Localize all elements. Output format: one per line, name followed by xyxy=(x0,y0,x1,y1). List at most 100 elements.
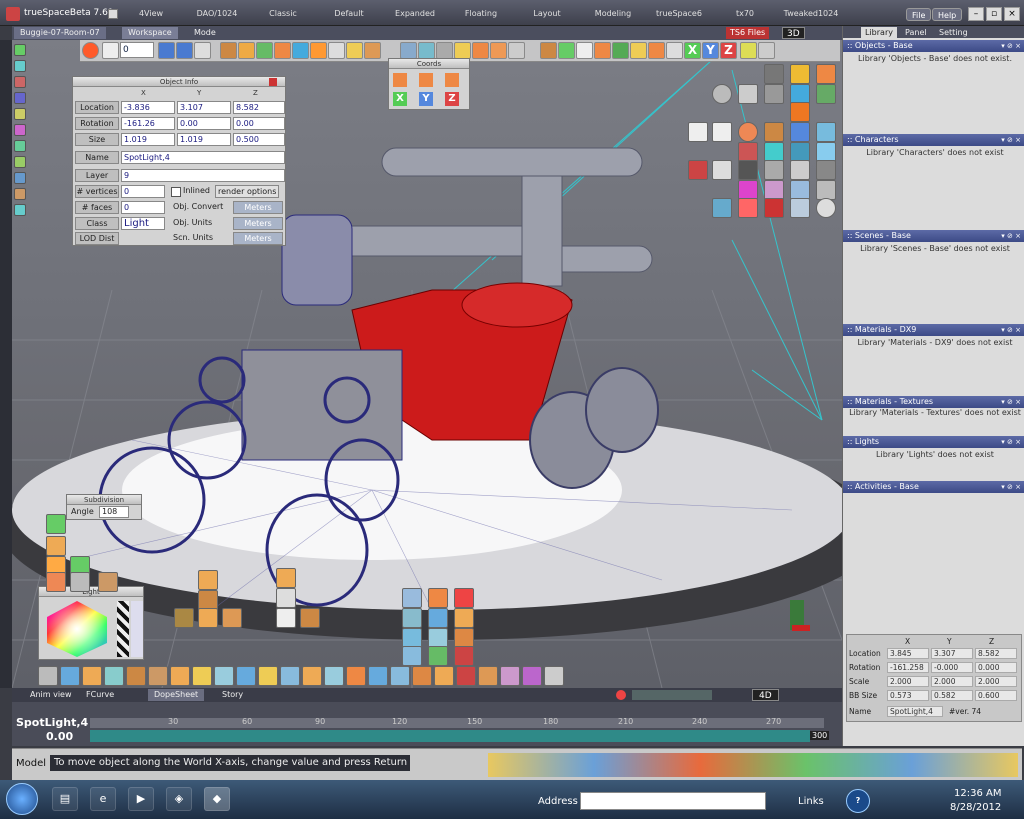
material-swatch[interactable] xyxy=(688,122,708,142)
tool-icon[interactable] xyxy=(594,42,611,59)
tool-icon[interactable] xyxy=(198,590,218,610)
tool-icon[interactable] xyxy=(454,646,474,666)
tool-icon[interactable] xyxy=(490,42,507,59)
material-swatch[interactable] xyxy=(816,64,836,84)
swatch[interactable] xyxy=(14,44,26,56)
material-swatch[interactable] xyxy=(764,180,784,200)
tool-icon[interactable] xyxy=(428,628,448,648)
tab-layout[interactable]: Floating xyxy=(448,9,514,18)
rotation-y[interactable]: 0.00 xyxy=(177,117,231,130)
material-swatch[interactable] xyxy=(790,84,810,104)
section-lights[interactable]: :: Lights ▾ ⊘ × xyxy=(843,436,1024,448)
material-swatch[interactable] xyxy=(764,198,784,218)
tab-layout[interactable]: Classic xyxy=(250,9,316,18)
tool-icon[interactable] xyxy=(434,666,454,686)
tab-dopesheet[interactable]: DopeSheet xyxy=(148,689,205,701)
tool-icon[interactable] xyxy=(390,666,410,686)
help-icon[interactable]: ? xyxy=(846,789,870,813)
tool-icon[interactable] xyxy=(302,666,322,686)
tool-icon[interactable] xyxy=(170,666,190,686)
coords-y[interactable]: Y xyxy=(419,92,433,106)
tab-workspace[interactable]: Workspace xyxy=(122,27,178,39)
swatch[interactable] xyxy=(14,108,26,120)
tool-icon[interactable] xyxy=(454,588,474,608)
tool-icon[interactable] xyxy=(428,608,448,628)
tool-icon[interactable] xyxy=(148,666,168,686)
tool-icon[interactable] xyxy=(126,666,146,686)
scale-y[interactable]: 2.000 xyxy=(931,676,973,687)
material-swatch[interactable] xyxy=(790,160,810,180)
material-swatch[interactable] xyxy=(738,198,758,218)
tab-layout[interactable]: 4View xyxy=(118,9,184,18)
media-icon[interactable]: ▶ xyxy=(128,787,154,811)
section-scenes-base[interactable]: :: Scenes - Base ▾ ⊘ × xyxy=(843,230,1024,242)
tool-icon[interactable] xyxy=(472,42,489,59)
tool-icon[interactable] xyxy=(412,666,432,686)
bottom-tool-strip[interactable] xyxy=(488,753,1018,777)
chevron-down-icon[interactable] xyxy=(108,9,118,19)
tool-icon[interactable] xyxy=(46,572,66,592)
material-swatch[interactable] xyxy=(738,160,758,180)
material-swatch[interactable] xyxy=(712,160,732,180)
play-back-icon[interactable] xyxy=(158,42,175,59)
rotation-x[interactable]: -161.258 xyxy=(887,662,929,673)
tab-fcurve[interactable]: FCurve xyxy=(86,689,114,701)
tab-panel[interactable]: Panel xyxy=(905,27,927,38)
tool-icon[interactable] xyxy=(280,666,300,686)
rotation-z[interactable]: 0.000 xyxy=(975,662,1017,673)
section-controls-icon[interactable]: ▾ ⊘ × xyxy=(1001,230,1021,242)
tool-icon[interactable] xyxy=(454,608,474,628)
file-button[interactable]: File xyxy=(906,8,932,21)
tool-icon[interactable] xyxy=(558,42,575,59)
restore-icon[interactable]: ▫ xyxy=(986,7,1002,21)
tool-icon[interactable] xyxy=(522,666,542,686)
tab-library[interactable]: Library xyxy=(861,27,897,38)
record-icon[interactable] xyxy=(616,690,626,700)
axis-y-toggle[interactable]: Y xyxy=(702,42,719,59)
minimize-icon[interactable]: – xyxy=(968,7,984,21)
obj-convert-select[interactable]: Meters xyxy=(233,201,283,214)
material-swatch[interactable] xyxy=(738,142,758,162)
tab-setting[interactable]: Setting xyxy=(939,27,968,38)
coords-icon[interactable] xyxy=(445,73,459,87)
close-icon[interactable]: × xyxy=(1004,7,1020,21)
tab-layout[interactable]: Expanded xyxy=(382,9,448,18)
tab-layout[interactable]: trueSpace6 xyxy=(646,9,712,18)
coords-x[interactable]: X xyxy=(393,92,407,106)
tool-icon[interactable] xyxy=(256,42,273,59)
swatch[interactable] xyxy=(14,76,26,88)
coords-z[interactable]: Z xyxy=(445,92,459,106)
name-field[interactable]: SpotLight,4 xyxy=(887,706,943,717)
material-swatch[interactable] xyxy=(816,122,836,142)
material-swatch[interactable] xyxy=(738,84,758,104)
tool-icon[interactable] xyxy=(364,42,381,59)
close-icon[interactable] xyxy=(269,78,277,86)
playback-controls[interactable] xyxy=(632,690,712,700)
tool-icon[interactable] xyxy=(648,42,665,59)
ts6-files-button[interactable]: TS6 Files xyxy=(726,27,770,39)
tool-icon[interactable] xyxy=(310,42,327,59)
material-swatch[interactable] xyxy=(764,160,784,180)
section-controls-icon[interactable]: ▾ ⊘ × xyxy=(1001,324,1021,336)
axis-gizmo-red[interactable] xyxy=(792,625,810,631)
material-swatch[interactable] xyxy=(712,84,732,104)
tool-icon[interactable] xyxy=(758,42,775,59)
tool-icon[interactable] xyxy=(402,646,422,666)
view-4d-button[interactable]: 4D xyxy=(752,689,779,701)
material-swatch[interactable] xyxy=(790,142,810,162)
location-z[interactable]: 8.582 xyxy=(233,101,285,114)
frame-input[interactable]: 0 xyxy=(120,42,154,58)
section-characters[interactable]: :: Characters ▾ ⊘ × xyxy=(843,134,1024,146)
stop-button[interactable] xyxy=(102,42,119,59)
tool-icon[interactable] xyxy=(98,572,118,592)
material-swatch[interactable] xyxy=(764,122,784,142)
play-icon[interactable] xyxy=(176,42,193,59)
tool-icon[interactable] xyxy=(324,666,344,686)
tool-icon[interactable] xyxy=(238,42,255,59)
tab-layout[interactable]: Default xyxy=(316,9,382,18)
section-objects-base[interactable]: :: Objects - Base ▾ ⊘ × xyxy=(843,40,1024,52)
scale-x[interactable]: 2.000 xyxy=(887,676,929,687)
rotation-y[interactable]: -0.000 xyxy=(931,662,973,673)
tab-layout[interactable]: DAO/1024 xyxy=(184,9,250,18)
tool-icon[interactable] xyxy=(436,42,453,59)
